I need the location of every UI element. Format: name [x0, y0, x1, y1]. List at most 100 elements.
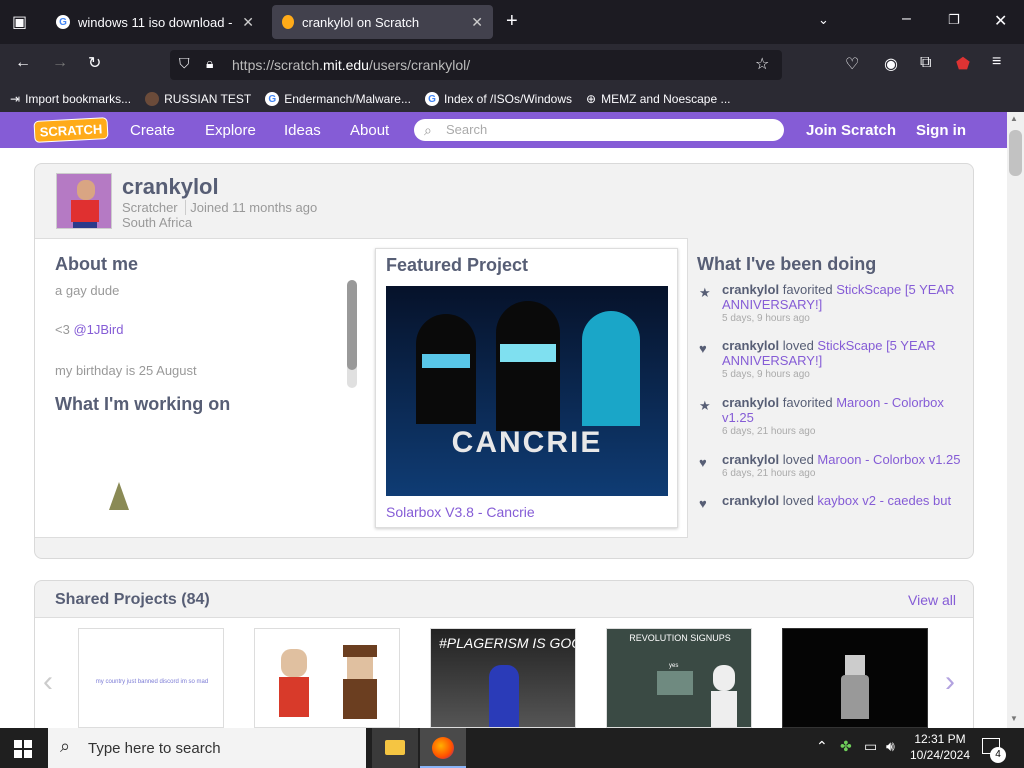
pocket-icon[interactable]: ♡	[845, 54, 859, 74]
chevron-up-icon[interactable]: ⌃	[816, 738, 828, 755]
nav-ideas[interactable]: Ideas	[284, 122, 321, 139]
project-thumbnail[interactable]	[782, 628, 928, 728]
back-icon[interactable]: ←	[15, 54, 31, 72]
featured-project-thumbnail[interactable]: CANCRIE	[386, 286, 668, 496]
taskbar-clock[interactable]: 12:31 PM 10/24/2024	[908, 731, 972, 763]
join-scratch-link[interactable]: Join Scratch	[806, 122, 896, 139]
google-icon: G	[56, 15, 70, 29]
menu-icon[interactable]: ≡	[992, 53, 1001, 71]
tab-windows-iso[interactable]: G windows 11 iso download - Goo ✕	[46, 5, 264, 39]
windows-start-icon[interactable]	[14, 740, 32, 758]
project-thumbnail[interactable]: REVOLUTION SIGNUPS yes	[606, 628, 752, 728]
activity-item: ★ crankylol favorited StickScape [5 YEAR…	[699, 282, 963, 324]
close-tab-icon[interactable]: ✕	[471, 14, 483, 31]
bookmark-index-isos[interactable]: G Index of /ISOs/Windows	[424, 92, 572, 106]
project-thumbnail[interactable]: #PLAGERISM IS GOOD	[430, 628, 576, 728]
mention-link[interactable]: @1JBird	[73, 322, 123, 337]
file-explorer-icon[interactable]	[372, 728, 418, 768]
search-icon: ⌕	[424, 122, 432, 138]
url-bar[interactable]: ⛉ 🔒︎ https://scratch.mit.edu/users/crank…	[170, 50, 782, 80]
activity-item: ♥ crankylol loved kaybox v2 - caedes but	[699, 493, 952, 511]
carousel-prev-icon[interactable]: ‹	[43, 665, 53, 699]
account-icon[interactable]: ◉	[884, 54, 898, 74]
activity-user[interactable]: crankylol	[722, 282, 779, 297]
bookmark-russian-test[interactable]: RUSSIAN TEST	[145, 92, 251, 106]
clock-time: 12:31 PM	[914, 732, 966, 746]
about-scrollbar[interactable]	[347, 280, 357, 388]
scratch-search-input[interactable]: ⌕ Search	[414, 119, 784, 141]
shield-icon[interactable]: ⛉	[179, 55, 190, 72]
carousel-next-icon[interactable]: ›	[945, 665, 955, 699]
restore-icon[interactable]: ❐	[948, 12, 960, 28]
firefox-taskbar-icon[interactable]	[420, 728, 466, 768]
activity-item: ♥ crankylol loved Maroon - Colorbox v1.2…	[699, 452, 963, 479]
username: crankylol	[122, 174, 219, 199]
nav-about[interactable]: About	[350, 122, 389, 139]
nav-explore[interactable]: Explore	[205, 122, 256, 139]
search-icon: ⌕	[60, 736, 71, 756]
view-all-link[interactable]: View all	[908, 592, 956, 608]
scratch-logo[interactable]: SCRATCH	[33, 117, 109, 143]
about-me-heading: About me	[55, 254, 138, 274]
activity-time: 5 days, 9 hours ago	[722, 313, 810, 324]
import-icon: ⇥	[10, 92, 21, 106]
close-tab-icon[interactable]: ✕	[242, 14, 254, 31]
close-window-icon[interactable]: ✕	[994, 11, 1007, 31]
tab-title: crankylol on Scratch	[302, 14, 420, 30]
taskbar-search-box[interactable]: ⌕ Type here to search	[48, 728, 366, 768]
heart-icon: ♥	[699, 496, 707, 511]
tray-app-icon[interactable]: ✤	[840, 738, 852, 755]
thumbnail-text: REVOLUTION SIGNUPS	[629, 633, 731, 643]
tab-overview-icon[interactable]: ▣	[12, 12, 27, 32]
profile-role: Scratcher	[122, 200, 178, 215]
scrollbar-thumb[interactable]	[1009, 130, 1022, 176]
minimize-icon[interactable]: –	[902, 10, 911, 28]
url-text: https://scratch.mit.edu/users/crankylol/	[232, 57, 471, 73]
activity-user[interactable]: crankylol	[722, 395, 779, 410]
featured-heading: Featured Project	[386, 255, 529, 275]
tab-scratch[interactable]: crankylol on Scratch ✕	[272, 5, 493, 39]
globe-icon: ⊕	[586, 92, 597, 106]
shared-projects-heading: Shared Projects (84)	[55, 591, 210, 608]
bookmark-import[interactable]: ⇥ Import bookmarks...	[10, 92, 131, 106]
profile-meta: Scratcher Joined 11 months ago	[122, 200, 317, 215]
heart-icon: ♥	[699, 455, 707, 470]
volume-icon[interactable]: 🔊︎	[886, 738, 895, 755]
bookmark-star-icon[interactable]: ☆	[755, 54, 769, 74]
nav-create[interactable]: Create	[130, 122, 175, 139]
activity-target-link[interactable]: kaybox v2 - caedes but	[817, 493, 951, 508]
activity-target-link[interactable]: Maroon - Colorbox v1.25	[817, 452, 960, 467]
sign-in-link[interactable]: Sign in	[916, 122, 966, 139]
google-icon: G	[265, 92, 280, 106]
activity-item: ♥ crankylol loved StickScape [5 YEAR ANN…	[699, 338, 963, 380]
taskbar-search-placeholder: Type here to search	[88, 740, 221, 757]
ublock-icon[interactable]: ⬟	[956, 54, 970, 74]
featured-project-title[interactable]: Solarbox V3.8 - Cancrie	[386, 504, 535, 520]
profile-card: crankylol Scratcher Joined 11 months ago…	[34, 163, 974, 559]
featured-project-box: Featured Project CANCRIE Solarbox V3.8 -…	[375, 248, 678, 528]
activity-time: 6 days, 21 hours ago	[722, 426, 816, 437]
forward-icon[interactable]: →	[52, 54, 68, 72]
reload-icon[interactable]: ↻	[88, 53, 101, 73]
notification-count-badge: 4	[990, 747, 1006, 763]
bookmark-memz[interactable]: ⊕ MEMZ and Noescape ...	[586, 92, 730, 106]
bookmark-endermanch[interactable]: G Endermanch/Malware...	[265, 92, 411, 106]
project-thumbnail[interactable]: my country just banned discord im so mad	[78, 628, 224, 728]
activity-time: 6 days, 21 hours ago	[722, 468, 816, 479]
chevron-down-icon[interactable]: ⌄	[818, 12, 829, 28]
page-scrollbar[interactable]: ▲ ▼	[1007, 112, 1024, 728]
about-line: a gay dude	[55, 283, 120, 298]
scratch-favicon-icon	[282, 15, 294, 29]
cursor-sprite-icon	[109, 482, 129, 510]
heart-icon: ♥	[699, 341, 707, 356]
bookmarks-bar: ⇥ Import bookmarks... RUSSIAN TEST G Ender…	[0, 86, 1024, 112]
project-thumbnail[interactable]	[254, 628, 400, 728]
new-tab-icon[interactable]: +	[506, 10, 518, 33]
network-icon[interactable]: ▭	[864, 738, 877, 755]
extensions-icon[interactable]: ⧉	[920, 54, 931, 72]
activity-user[interactable]: crankylol	[722, 493, 779, 508]
activity-heading: What I've been doing	[697, 254, 877, 274]
lock-icon[interactable]: 🔒︎	[206, 55, 213, 72]
activity-user[interactable]: crankylol	[722, 338, 779, 353]
activity-user[interactable]: crankylol	[722, 452, 779, 467]
